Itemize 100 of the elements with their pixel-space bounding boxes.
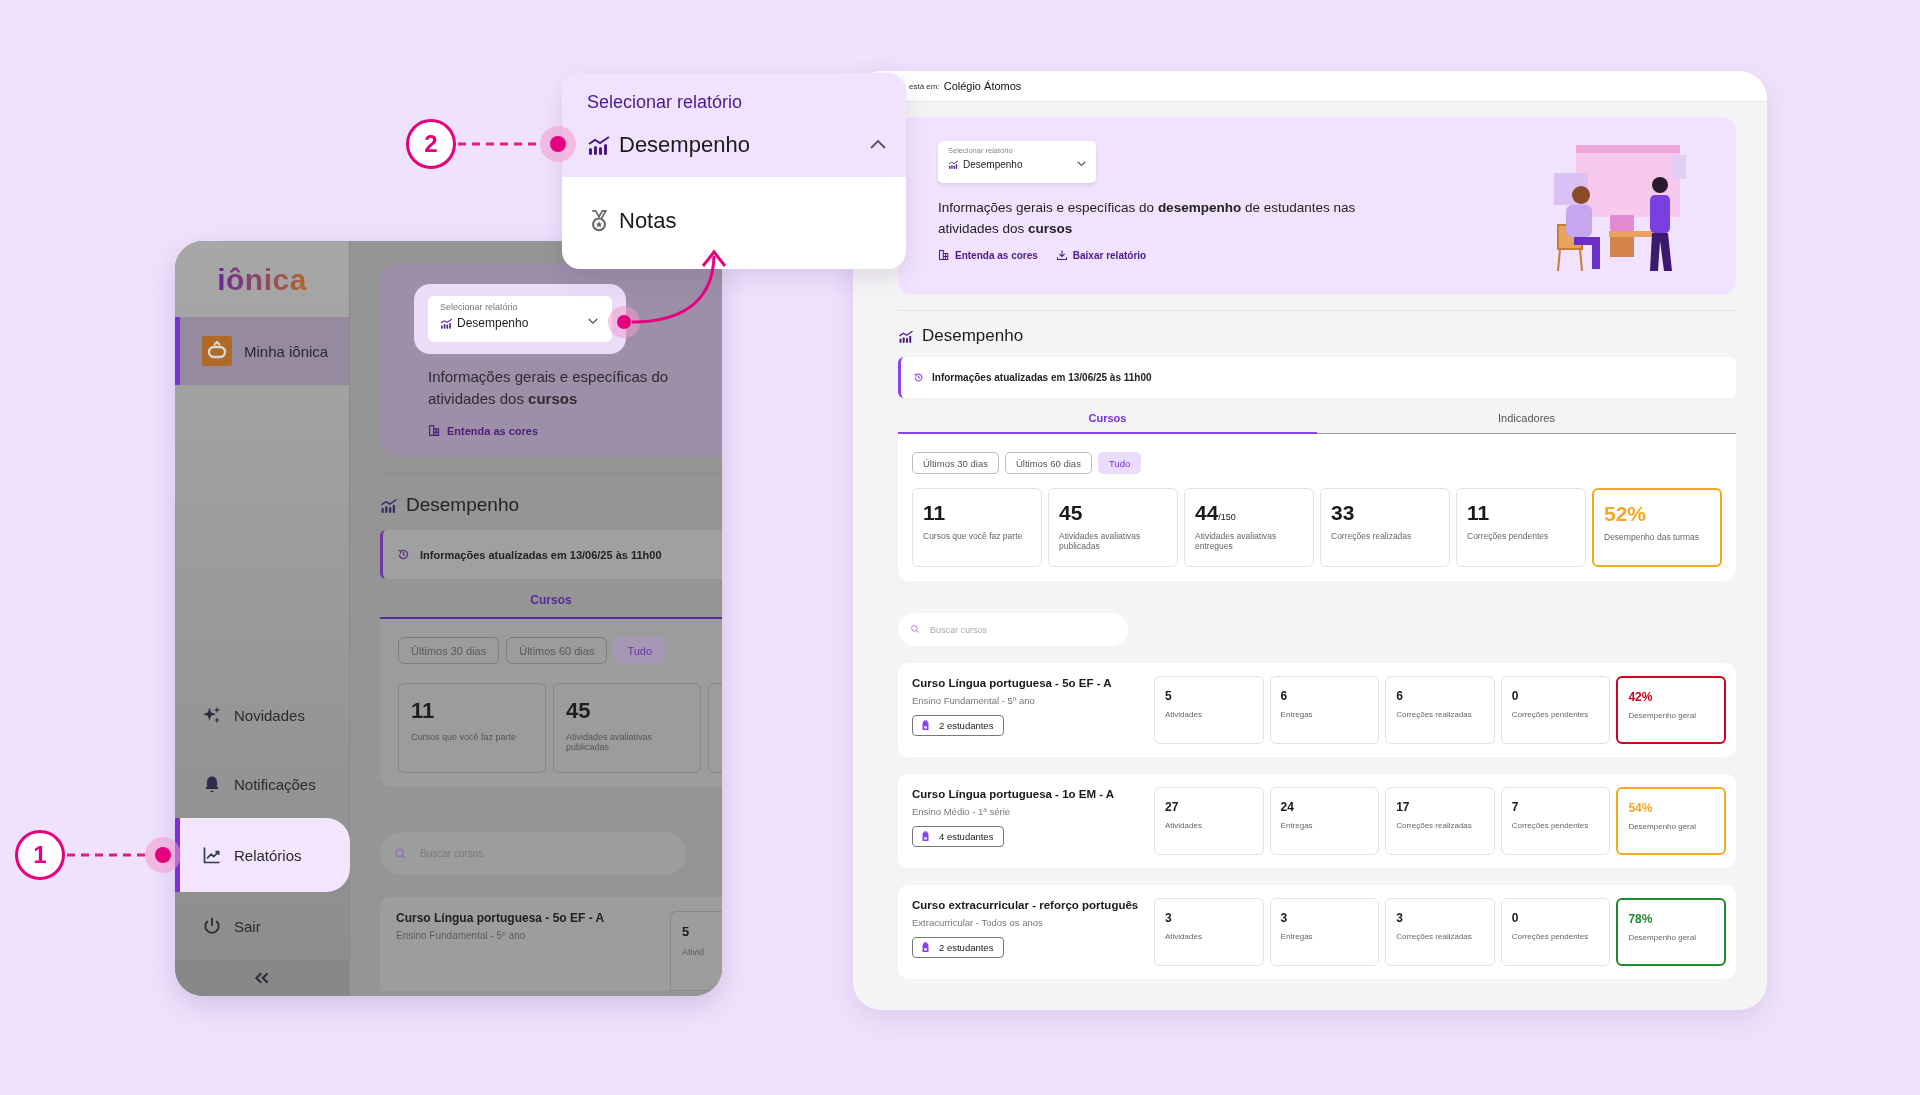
- backpack-icon: [921, 720, 930, 731]
- stat-label: Correções pendentes: [1467, 531, 1550, 541]
- metric-value: 24: [1280, 800, 1295, 814]
- update-text: Informações atualizadas em 13/06/25 às 11h00: [932, 372, 1152, 383]
- sidebar-item[interactable]: Notificações: [175, 750, 349, 818]
- dropdown-option[interactable]: Desempenho: [562, 113, 906, 177]
- performance-label: Desempenho geral: [1628, 711, 1697, 721]
- chevron-down-icon: [588, 318, 598, 325]
- search-icon: [910, 624, 920, 634]
- chart-icon: [380, 497, 398, 513]
- course-title: Curso Língua portuguesa - 5o EF - A: [396, 911, 605, 925]
- trend-chart-icon: [202, 845, 222, 865]
- stat-value: 45: [1059, 501, 1084, 525]
- students-button[interactable]: 4 estudantes: [912, 826, 1005, 847]
- report-select[interactable]: Selecionar relatório Desempenho: [428, 296, 612, 342]
- stat-value: 44/150: [1195, 501, 1237, 525]
- metric-label: Atividades: [1165, 710, 1203, 720]
- stat-label: Cursos que você faz parte: [411, 732, 518, 742]
- hotspot-marker: [608, 306, 640, 338]
- metric-value: 6: [1396, 689, 1404, 703]
- metric-value: 5: [1165, 689, 1173, 703]
- range-chip[interactable]: Últimos 30 dias: [912, 452, 999, 474]
- course-title: Curso Língua portuguesa - 1o EM - A: [912, 788, 1116, 800]
- chart-icon: [948, 160, 959, 169]
- metric-value: 17: [1396, 800, 1411, 814]
- metric-label: Entregas: [1280, 932, 1314, 942]
- performance-value: 78%: [1628, 912, 1654, 926]
- performance-label: Desempenho geral: [1628, 933, 1697, 943]
- metric-value: 3: [1396, 911, 1404, 925]
- chevron-up-icon[interactable]: [870, 139, 886, 149]
- metric-value: 27: [1165, 800, 1180, 814]
- metric-label: Ativid: [682, 947, 705, 957]
- students-button[interactable]: 2 estudantes: [912, 937, 1005, 958]
- performance-value: 42%: [1628, 690, 1654, 704]
- power-icon: [202, 916, 222, 936]
- hotspot-marker: [145, 837, 181, 873]
- search-field[interactable]: Buscar cursos: [898, 613, 1128, 646]
- sidebar-item[interactable]: Relatórios: [175, 818, 350, 892]
- chart-icon: [440, 317, 453, 329]
- update-text: Informações atualizadas em 13/06/25 às 11h00: [420, 548, 662, 561]
- stat-label: Cursos que você faz parte: [923, 531, 1024, 541]
- colors-link[interactable]: Entenda as cores: [428, 424, 722, 437]
- stat-value: 33: [1331, 501, 1356, 525]
- download-link[interactable]: Baixar relatório: [1055, 249, 1147, 261]
- metric-label: Correções pendentes: [1511, 932, 1590, 942]
- metric-value: 3: [1280, 911, 1289, 925]
- download-icon: [1055, 249, 1068, 261]
- colors-link[interactable]: Entenda as cores: [938, 249, 1038, 261]
- metric-value: 5: [682, 924, 691, 939]
- stat-value: 11: [923, 501, 947, 525]
- color-swatch-icon: [428, 424, 441, 437]
- metric-value: 6: [1280, 689, 1289, 703]
- metric-label: Correções realizadas: [1396, 710, 1473, 720]
- sidebar-item[interactable]: Minha iônica: [175, 317, 349, 385]
- home-badge-icon: [202, 336, 232, 366]
- history-icon: [913, 372, 924, 383]
- range-chip[interactable]: Tudo: [1097, 452, 1142, 474]
- step-number: 2: [406, 119, 456, 169]
- sidebar-item[interactable]: Novidades: [175, 681, 349, 749]
- course-subtitle: Ensino Fundamental - 5º ano: [396, 930, 527, 941]
- course-subtitle: Ensino Médio - 1ª série: [912, 806, 1012, 817]
- stat-label: Desempenho das turmas: [1604, 532, 1700, 542]
- sparkle-icon: [202, 705, 222, 725]
- metric-value: 7: [1511, 800, 1520, 814]
- school-name: Colégio Átomos: [943, 80, 1022, 92]
- breadcrumb-label: está em:: [909, 81, 940, 91]
- metric-label: Entregas: [1280, 821, 1314, 831]
- metric-value: 0: [1511, 911, 1520, 925]
- metric-label: Correções pendentes: [1511, 710, 1590, 720]
- stat-value: 52%: [1604, 502, 1648, 526]
- color-swatch-icon: [938, 249, 950, 261]
- metric-label: Atividades: [1165, 821, 1203, 831]
- search-icon: [394, 847, 407, 860]
- stat-value: 45: [566, 698, 592, 724]
- performance-value: 54%: [1628, 801, 1654, 815]
- sidebar-item[interactable]: Sair: [175, 892, 349, 960]
- metric-label: Correções realizadas: [1396, 932, 1473, 942]
- stat-label: Atividades avaliativas publicadas: [1059, 531, 1142, 551]
- metric-value: 3: [1165, 911, 1173, 925]
- stat-value: 11: [411, 698, 436, 724]
- course-title: Curso extracurricular - reforço português: [912, 899, 1140, 911]
- dropdown-option[interactable]: Notas: [562, 189, 906, 253]
- students-button[interactable]: 2 estudantes: [912, 715, 1005, 736]
- history-icon: [397, 548, 410, 561]
- section-title: Desempenho: [922, 326, 1024, 346]
- dropdown-label: Selecionar relatório: [587, 92, 743, 113]
- double-chevron-left-icon[interactable]: [254, 972, 270, 984]
- backpack-icon: [921, 942, 930, 953]
- stat-value: 11: [1467, 501, 1491, 525]
- description-text: Informações gerais e específicas do: [428, 367, 670, 387]
- description-text: Informações gerais e específicas do desempenho de estudantes nas atividades dos cursos: [938, 199, 1357, 238]
- stat-label: Atividades avaliativas entregues: [1195, 531, 1278, 551]
- step-number: 1: [15, 830, 65, 880]
- course-subtitle: Extracurricular - Todos os anos: [912, 917, 1044, 928]
- range-chip[interactable]: Últimos 60 dias: [1004, 452, 1092, 474]
- backpack-icon: [921, 831, 930, 842]
- stat-label: Atividades avaliativas publicadas: [566, 732, 654, 752]
- performance-label: Desempenho geral: [1628, 822, 1697, 832]
- metric-label: Atividades: [1165, 932, 1203, 942]
- metric-value: 0: [1511, 689, 1520, 703]
